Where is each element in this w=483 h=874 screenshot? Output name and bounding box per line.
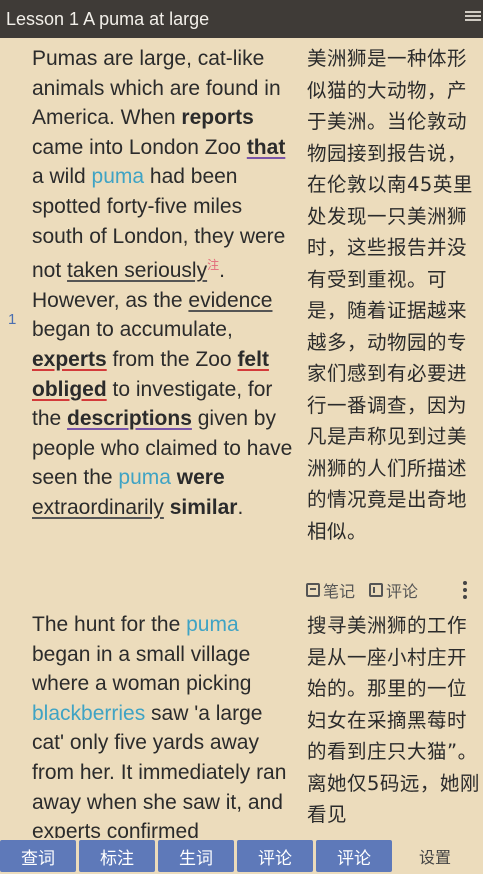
comment-button-2[interactable]: 评论 (316, 840, 392, 872)
text-run: puma (118, 466, 171, 490)
text-run: began in a small village where a woman p… (32, 642, 252, 696)
reading-content[interactable]: 1 Pumas are large, cat-like animals whic… (0, 38, 483, 838)
text-run: . (237, 495, 244, 519)
paragraph-number: 1 (8, 311, 17, 328)
text-run: blackberries (32, 701, 146, 725)
lesson-title: Lesson 1 A puma at large (6, 8, 210, 29)
text-run: from the Zoo (106, 347, 238, 371)
text-run: a wild (32, 165, 92, 189)
calendar-icon (306, 583, 320, 597)
text-run: taken seriously (67, 259, 208, 283)
comments-label: 评论 (386, 582, 419, 601)
text-run: came into London Zoo (32, 135, 247, 159)
chinese-text-2-body: 搜寻美洲狮的工作是从一座小村庄开始的。那里的一位妇女在采摘黑莓时的看到庄只大猫”… (307, 614, 480, 826)
vocab-button[interactable]: 生词 (158, 840, 234, 872)
text-run: evidence (188, 288, 273, 312)
comment-button[interactable]: 评论 (237, 840, 313, 872)
english-text-2[interactable]: The hunt for the puma began in a small v… (32, 610, 298, 838)
text-run: The hunt for the (32, 613, 187, 636)
chinese-text-2[interactable]: 搜寻美洲狮的工作是从一座小村庄开始的。那里的一位妇女在采摘黑莓时的看到庄只大猫”… (307, 610, 483, 831)
notes-button[interactable]: 笔记 (306, 578, 355, 602)
notes-label: 笔记 (323, 582, 356, 601)
text-run: were (176, 466, 225, 490)
book-icon (369, 583, 384, 597)
english-text-1[interactable]: Pumas are large, cat-like animals which … (32, 44, 298, 523)
text-run: began to accumulate, (32, 318, 233, 342)
more-icon[interactable] (463, 581, 467, 599)
paragraph-actions: 笔记 评论 (306, 578, 481, 602)
chinese-text-1-body: 美洲狮是一种体形似猫的大动物，产于美洲。当伦敦动物园接到报告说，在伦敦以南45英… (307, 47, 473, 543)
bottom-toolbar: 查词 标注 生词 评论 评论 设置 (0, 838, 483, 874)
text-run: similar (169, 495, 238, 519)
text-run: that (246, 135, 286, 159)
chinese-text-1[interactable]: 美洲狮是一种体形似猫的大动物，产于美洲。当伦敦动物园接到报告说，在伦敦以南45英… (307, 43, 483, 547)
text-run: puma (91, 165, 145, 189)
text-run: puma (186, 613, 239, 636)
menu-icon[interactable] (465, 9, 481, 25)
settings-button[interactable]: 设置 (395, 840, 459, 872)
annotate-button[interactable]: 标注 (79, 840, 155, 872)
lookup-button[interactable]: 查词 (0, 840, 76, 872)
text-run: experts (32, 347, 107, 371)
text-run: reports (181, 106, 254, 130)
text-run: extraordinarily (32, 495, 164, 519)
top-bar: Lesson 1 A puma at large (0, 0, 483, 38)
comments-button[interactable]: 评论 (369, 578, 418, 602)
text-run: descriptions (67, 407, 192, 431)
text-run[interactable]: 注 (207, 258, 219, 272)
